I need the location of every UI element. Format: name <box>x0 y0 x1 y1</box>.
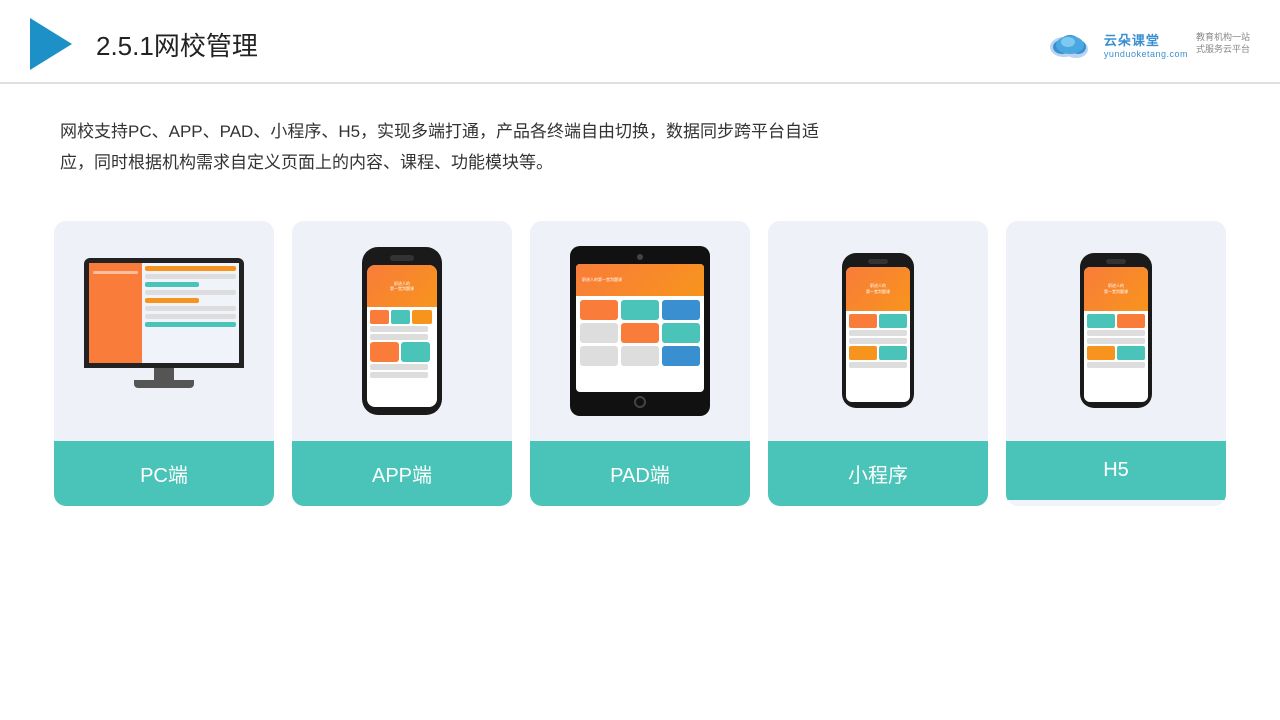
card-h5-image: 职进人的第一堂判题课 <box>1006 221 1226 441</box>
phone-h5-icon: 职进人的第一堂判题课 <box>1080 253 1152 408</box>
card-h5: 职进人的第一堂判题课 <box>1006 221 1226 506</box>
cards-section: PC端 职进人的第一堂判题课 <box>0 201 1280 506</box>
card-miniprogram-image: 职进人的第一堂判题课 <box>768 221 988 441</box>
card-h5-label: H5 <box>1006 441 1226 500</box>
brand-slogan: 教育机构一站 式服务云平台 <box>1196 32 1250 55</box>
brand-logo: 云朵课堂 yunduoketang.com 教育机构一站 式服务云平台 <box>1044 25 1250 63</box>
tablet-pad-icon: 职进人的第一堂判题课 <box>570 246 710 416</box>
phone-app-icon: 职进人的第一堂判题课 <box>362 247 442 415</box>
card-pad-label: PAD端 <box>530 441 750 506</box>
page-title: 2.5.1网校管理 <box>96 26 258 63</box>
header-right: 云朵课堂 yunduoketang.com 教育机构一站 式服务云平台 <box>1044 25 1250 63</box>
brand-text: 云朵课堂 yunduoketang.com <box>1104 30 1188 59</box>
card-miniprogram: 职进人的第一堂判题课 <box>768 221 988 506</box>
brand-name: 云朵课堂 <box>1104 30 1188 49</box>
card-app-image: 职进人的第一堂判题课 <box>292 221 512 441</box>
card-pad-image: 职进人的第一堂判题课 <box>530 221 750 441</box>
cloud-icon <box>1044 25 1096 63</box>
description-text: 网校支持PC、APP、PAD、小程序、H5，实现多端打通，产品各终端自由切换，数… <box>0 84 900 191</box>
phone-miniprogram-icon: 职进人的第一堂判题课 <box>842 253 914 408</box>
card-app-label: APP端 <box>292 441 512 506</box>
pc-monitor-icon <box>79 258 249 403</box>
card-pad: 职进人的第一堂判题课 PAD端 <box>530 221 750 506</box>
header: 2.5.1网校管理 云朵课堂 yunduoketang.com <box>0 0 1280 84</box>
card-pc-label: PC端 <box>54 441 274 506</box>
title-prefix: 2.5.1 <box>96 31 154 61</box>
title-main: 网校管理 <box>154 31 258 61</box>
card-pc: PC端 <box>54 221 274 506</box>
card-pc-image <box>54 221 274 441</box>
brand-url: yunduoketang.com <box>1104 49 1188 59</box>
card-app: 职进人的第一堂判题课 <box>292 221 512 506</box>
logo-triangle-icon <box>30 18 72 70</box>
header-left: 2.5.1网校管理 <box>30 18 258 70</box>
card-miniprogram-label: 小程序 <box>768 441 988 506</box>
